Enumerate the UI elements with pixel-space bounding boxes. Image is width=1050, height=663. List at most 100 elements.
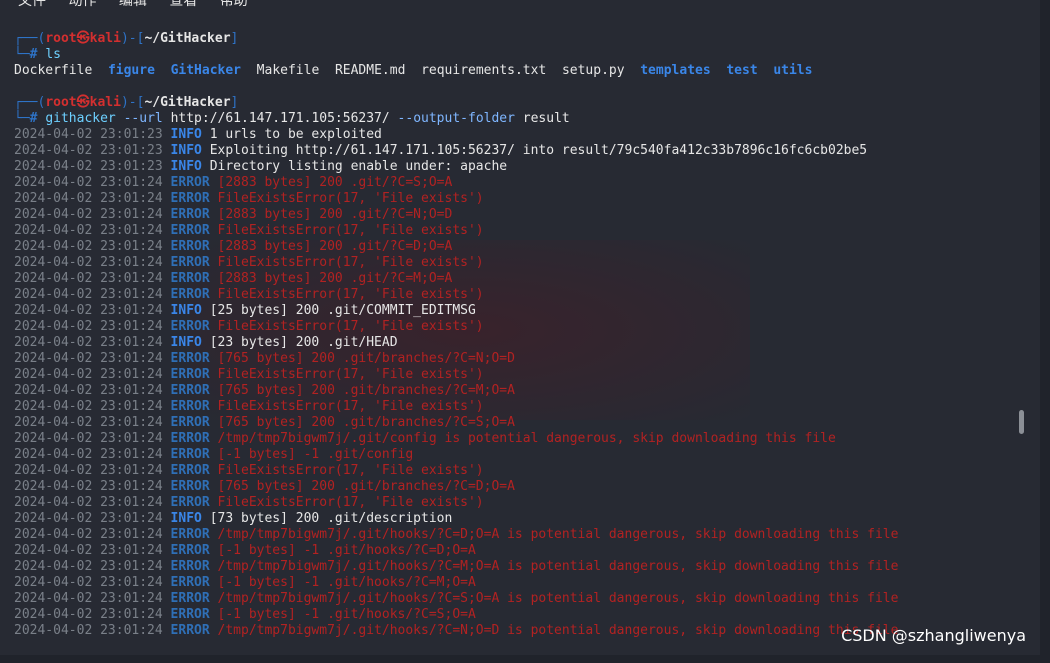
log-message: FileExistsError(17, 'File exists') <box>217 287 484 302</box>
log-line: 2024-04-02 23:01:24 ERROR /tmp/tmp7bigwm… <box>14 591 898 607</box>
ls-file: README.md <box>334 63 406 78</box>
ls-file: Dockerfile <box>14 63 93 78</box>
log-timestamp: 2024-04-02 23:01:24 <box>14 367 163 382</box>
prompt-frame: ] <box>230 95 239 110</box>
log-line: 2024-04-02 23:01:24 INFO [73 bytes] 200 … <box>14 511 452 527</box>
log-timestamp: 2024-04-02 23:01:24 <box>14 319 163 334</box>
log-level: ERROR <box>170 479 210 494</box>
log-level: ERROR <box>170 351 210 366</box>
log-line: 2024-04-02 23:01:24 ERROR [765 bytes] 20… <box>14 351 515 367</box>
menu-item-view[interactable]: 查看 <box>169 0 197 9</box>
log-level: ERROR <box>170 271 210 286</box>
log-message: /tmp/tmp7bigwm7j/.git/hooks/?C=N;O=D is … <box>217 623 899 638</box>
log-message: /tmp/tmp7bigwm7j/.git/config is potentia… <box>217 431 836 446</box>
log-message: FileExistsError(17, 'File exists') <box>217 495 484 510</box>
scrollbar-thumb[interactable] <box>1019 410 1024 434</box>
log-message: [23 bytes] 200 .git/HEAD <box>209 335 398 350</box>
command: ls <box>45 47 61 62</box>
log-level: ERROR <box>170 319 210 334</box>
log-timestamp: 2024-04-02 23:01:24 <box>14 399 163 414</box>
log-message: FileExistsError(17, 'File exists') <box>217 463 484 478</box>
log-level: ERROR <box>170 415 210 430</box>
log-message: FileExistsError(17, 'File exists') <box>217 399 484 414</box>
log-timestamp: 2024-04-02 23:01:24 <box>14 511 163 526</box>
log-timestamp: 2024-04-02 23:01:24 <box>14 303 163 318</box>
log-timestamp: 2024-04-02 23:01:23 <box>14 159 163 174</box>
log-line: 2024-04-02 23:01:24 ERROR [2883 bytes] 2… <box>14 271 452 287</box>
log-level: INFO <box>170 303 202 318</box>
prompt-frame: ] <box>230 31 239 46</box>
prompt-frame: )-[ <box>120 95 145 110</box>
log-level: ERROR <box>170 367 210 382</box>
log-timestamp: 2024-04-02 23:01:24 <box>14 175 163 190</box>
log-line: 2024-04-02 23:01:24 ERROR [-1 bytes] -1 … <box>14 575 476 591</box>
prompt-frame: ┌──( <box>14 31 46 46</box>
terminal-window[interactable]: 文件 动作 编辑 查看 帮助 ┌──(root㉿kali)-[~/GitHack… <box>0 0 1040 655</box>
log-line: 2024-04-02 23:01:24 ERROR FileExistsErro… <box>14 287 484 303</box>
log-timestamp: 2024-04-02 23:01:24 <box>14 607 163 622</box>
log-level: ERROR <box>170 191 210 206</box>
log-line: 2024-04-02 23:01:24 ERROR [765 bytes] 20… <box>14 383 515 399</box>
log-level: ERROR <box>170 399 210 414</box>
log-line: 2024-04-02 23:01:24 ERROR [-1 bytes] -1 … <box>14 543 476 559</box>
ls-directory: test <box>726 63 758 78</box>
log-line: 2024-04-02 23:01:24 ERROR FileExistsErro… <box>14 191 484 207</box>
log-line: 2024-04-02 23:01:24 ERROR /tmp/tmp7bigwm… <box>14 623 898 639</box>
log-timestamp: 2024-04-02 23:01:24 <box>14 479 163 494</box>
ls-file: Makefile <box>256 63 320 78</box>
menu-item-help[interactable]: 帮助 <box>220 0 248 9</box>
log-level: ERROR <box>170 559 210 574</box>
log-message: FileExistsError(17, 'File exists') <box>217 319 484 334</box>
ls-directory: utils <box>773 63 813 78</box>
log-message: [-1 bytes] -1 .git/hooks/?C=S;O=A <box>217 607 476 622</box>
log-level: ERROR <box>170 287 210 302</box>
log-timestamp: 2024-04-02 23:01:24 <box>14 287 163 302</box>
log-message: [2883 bytes] 200 .git/?C=N;O=D <box>217 207 453 222</box>
log-message: /tmp/tmp7bigwm7j/.git/hooks/?C=S;O=A is … <box>217 591 899 606</box>
log-line: 2024-04-02 23:01:24 ERROR FileExistsErro… <box>14 399 484 415</box>
log-message: /tmp/tmp7bigwm7j/.git/hooks/?C=M;O=A is … <box>217 559 899 574</box>
log-message: [73 bytes] 200 .git/description <box>209 511 453 526</box>
ls-output: Dockerfile figure GitHacker Makefile REA… <box>14 63 812 79</box>
log-line: 2024-04-02 23:01:24 ERROR [2883 bytes] 2… <box>14 239 452 255</box>
log-timestamp: 2024-04-02 23:01:24 <box>14 463 163 478</box>
log-level: INFO <box>170 159 202 174</box>
log-line: 2024-04-02 23:01:24 INFO [25 bytes] 200 … <box>14 303 476 319</box>
watermark: CSDN @szhangliwenya <box>841 626 1026 645</box>
log-level: ERROR <box>170 239 210 254</box>
log-message: /tmp/tmp7bigwm7j/.git/hooks/?C=D;O=A is … <box>217 527 899 542</box>
log-level: ERROR <box>170 527 210 542</box>
log-line: 2024-04-02 23:01:24 ERROR /tmp/tmp7bigwm… <box>14 559 898 575</box>
log-level: INFO <box>170 511 202 526</box>
option-url: --url <box>123 111 163 126</box>
menu-item-action[interactable]: 动作 <box>68 0 96 9</box>
log-timestamp: 2024-04-02 23:01:24 <box>14 351 163 366</box>
log-level: ERROR <box>170 255 210 270</box>
log-line: 2024-04-02 23:01:24 ERROR FileExistsErro… <box>14 319 484 335</box>
log-line: 2024-04-02 23:01:24 ERROR [765 bytes] 20… <box>14 479 515 495</box>
log-message: FileExistsError(17, 'File exists') <box>217 367 484 382</box>
log-level: ERROR <box>170 447 210 462</box>
prompt-at: ㉿ <box>76 95 90 110</box>
prompt-at: ㉿ <box>76 31 90 46</box>
log-timestamp: 2024-04-02 23:01:24 <box>14 255 163 270</box>
log-message: [-1 bytes] -1 .git/hooks/?C=D;O=A <box>217 543 476 558</box>
prompt-line: ┌──(root㉿kali)-[~/GitHacker] <box>14 31 238 47</box>
log-level: INFO <box>170 335 202 350</box>
log-level: ERROR <box>170 543 210 558</box>
log-timestamp: 2024-04-02 23:01:24 <box>14 207 163 222</box>
log-message: FileExistsError(17, 'File exists') <box>217 255 484 270</box>
log-message: FileExistsError(17, 'File exists') <box>217 191 484 206</box>
log-timestamp: 2024-04-02 23:01:24 <box>14 191 163 206</box>
log-line: 2024-04-02 23:01:24 ERROR FileExistsErro… <box>14 495 484 511</box>
menu-item-file[interactable]: 文件 <box>18 0 46 9</box>
prompt-host: kali <box>89 95 121 110</box>
log-message: [765 bytes] 200 .git/branches/?C=D;O=A <box>217 479 515 494</box>
log-line: 2024-04-02 23:01:24 ERROR FileExistsErro… <box>14 255 484 271</box>
prompt-user: root <box>45 95 77 110</box>
log-message: FileExistsError(17, 'File exists') <box>217 223 484 238</box>
ls-directory: GitHacker <box>170 63 242 78</box>
menu-item-edit[interactable]: 编辑 <box>119 0 147 9</box>
log-line: 2024-04-02 23:01:23 INFO Directory listi… <box>14 159 507 175</box>
log-level: ERROR <box>170 575 210 590</box>
